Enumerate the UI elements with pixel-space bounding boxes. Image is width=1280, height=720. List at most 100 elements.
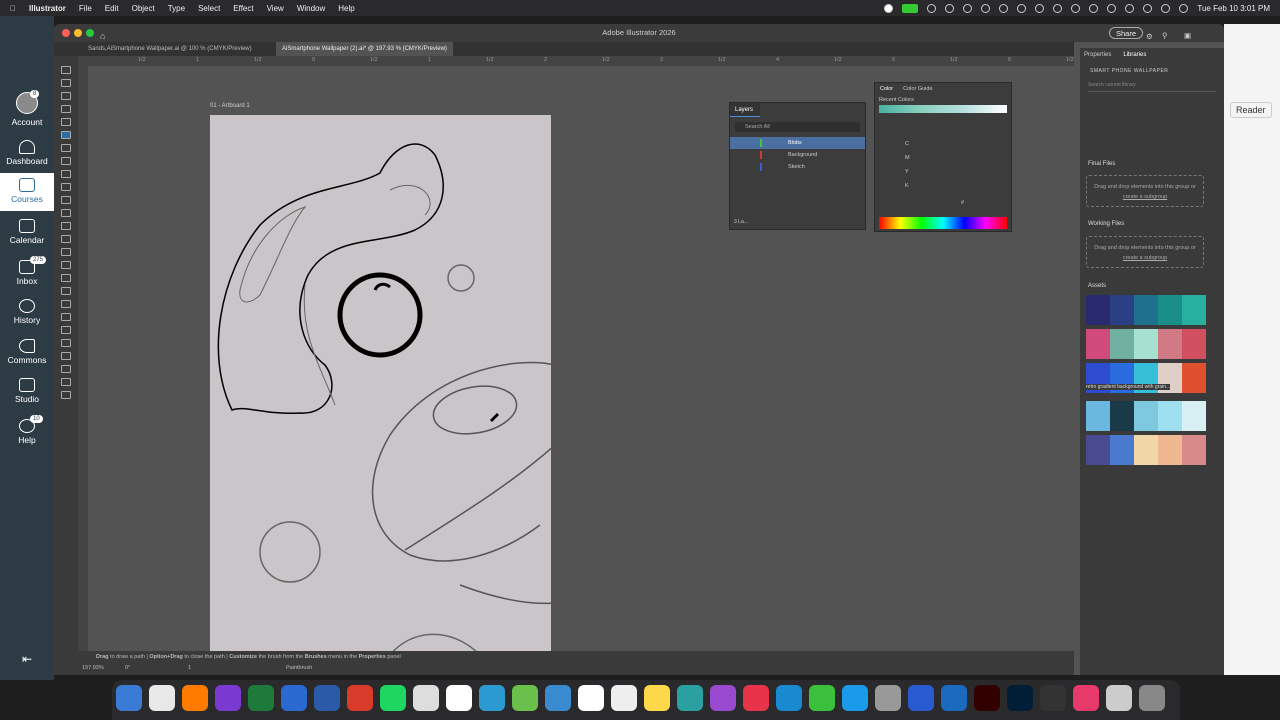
- status-icon[interactable]: [1107, 3, 1117, 13]
- dock-app-icon[interactable]: [347, 685, 373, 711]
- sidebar-item-commons[interactable]: Commons: [0, 339, 54, 365]
- menu-object[interactable]: Object: [132, 4, 155, 13]
- current-tool[interactable]: Paintbrush: [286, 665, 312, 671]
- group-final-files[interactable]: Final Files: [1088, 161, 1115, 167]
- tool-icon[interactable]: [61, 183, 71, 191]
- layer-name[interactable]: Sketch: [788, 164, 805, 170]
- recent-colors-swatches[interactable]: [879, 105, 1007, 113]
- sidebar-item-history[interactable]: History: [0, 299, 54, 325]
- tab-color-guide[interactable]: Color Guide: [903, 86, 932, 92]
- dock-app-icon[interactable]: [215, 685, 241, 711]
- color-swatch[interactable]: [1110, 435, 1134, 465]
- dock-app-icon[interactable]: [1139, 685, 1165, 711]
- workspace-icon[interactable]: ▣: [1184, 27, 1191, 45]
- apple-icon[interactable]: : [10, 4, 16, 13]
- dock-app-icon[interactable]: [1106, 685, 1132, 711]
- collapse-sidebar-icon[interactable]: ⇤: [0, 652, 54, 666]
- dock-app-icon[interactable]: [578, 685, 604, 711]
- library-name[interactable]: SMART PHONE WALLPAPER: [1080, 62, 1224, 80]
- dock-app-icon[interactable]: [182, 685, 208, 711]
- share-button[interactable]: Share: [1109, 27, 1144, 39]
- layer-row[interactable]: Blobs: [730, 137, 865, 149]
- status-icon[interactable]: [1071, 3, 1081, 13]
- color-swatch[interactable]: [1110, 401, 1134, 431]
- color-swatch[interactable]: [1158, 295, 1182, 325]
- color-swatch[interactable]: [1110, 295, 1134, 325]
- reader-button[interactable]: Reader: [1230, 102, 1272, 118]
- dock-app-icon[interactable]: [611, 685, 637, 711]
- layer-name[interactable]: Blobs: [788, 140, 802, 146]
- status-icon[interactable]: [1017, 3, 1027, 13]
- drop-zone[interactable]: Drag and drop elements into this group o…: [1086, 175, 1204, 207]
- menubar-clock[interactable]: Tue Feb 10 3:01 PM: [1197, 4, 1270, 13]
- status-icon[interactable]: [999, 3, 1009, 13]
- menu-window[interactable]: Window: [297, 4, 325, 13]
- tool-icon[interactable]: [61, 157, 71, 165]
- status-icon[interactable]: [1089, 3, 1099, 13]
- color-swatch[interactable]: [1134, 295, 1158, 325]
- artboard-label[interactable]: 01 - Artboard 1: [210, 103, 250, 109]
- menu-type[interactable]: Type: [168, 4, 185, 13]
- dock-app-icon[interactable]: [149, 685, 175, 711]
- tool-icon[interactable]: [61, 92, 71, 100]
- dock-app-icon[interactable]: [743, 685, 769, 711]
- tool-icon[interactable]: [61, 391, 71, 399]
- dock-app-icon[interactable]: [1007, 685, 1033, 711]
- facetime-icon[interactable]: [902, 3, 919, 13]
- sidebar-item-courses[interactable]: Courses: [0, 173, 54, 211]
- tool-icon[interactable]: [61, 300, 71, 308]
- tab-libraries[interactable]: Libraries: [1123, 52, 1146, 58]
- layer-name[interactable]: Background: [788, 152, 817, 158]
- tool-icon[interactable]: [61, 222, 71, 230]
- tool-icon[interactable]: [61, 313, 71, 321]
- group-working-files[interactable]: Working Files: [1088, 221, 1124, 227]
- dock-app-icon[interactable]: [479, 685, 505, 711]
- dock-app-icon[interactable]: [710, 685, 736, 711]
- status-icon[interactable]: [945, 3, 955, 13]
- layer-row[interactable]: Sketch: [730, 161, 865, 173]
- status-icon[interactable]: [981, 3, 991, 13]
- dock-app-icon[interactable]: [842, 685, 868, 711]
- search-icon[interactable]: ⚲: [1162, 27, 1168, 45]
- wifi-icon[interactable]: [1125, 3, 1135, 13]
- menu-edit[interactable]: Edit: [105, 4, 119, 13]
- horizontal-ruler[interactable]: 1/2 1 1/2 0 1/2 1 1/2 2 1/2 3 1/2 4 1/2 5 1/2 6 1/2: [78, 56, 1074, 66]
- sidebar-item-account[interactable]: 8 Account: [0, 90, 54, 127]
- color-spectrum[interactable]: [879, 217, 1007, 229]
- drop-zone[interactable]: Drag and drop elements into this group o…: [1086, 236, 1204, 268]
- sidebar-item-dashboard[interactable]: Dashboard: [0, 140, 54, 166]
- control-center-icon[interactable]: [1143, 3, 1153, 13]
- sidebar-item-inbox[interactable]: 275 Inbox: [0, 256, 54, 286]
- tool-icon[interactable]: [61, 105, 71, 113]
- dock-app-icon[interactable]: [314, 685, 340, 711]
- dock-app-icon[interactable]: [116, 685, 142, 711]
- library-search[interactable]: Search current library: [1088, 82, 1216, 92]
- tool-icon[interactable]: [61, 326, 71, 334]
- status-icon[interactable]: [1053, 3, 1063, 13]
- zoom-level[interactable]: 197.93%: [82, 665, 104, 671]
- color-swatch[interactable]: [1182, 295, 1206, 325]
- zoom-window-button[interactable]: [86, 29, 94, 37]
- tool-icon[interactable]: [61, 274, 71, 282]
- menu-view[interactable]: View: [267, 4, 284, 13]
- menu-effect[interactable]: Effect: [233, 4, 253, 13]
- dock-app-icon[interactable]: [644, 685, 670, 711]
- sidebar-item-calendar[interactable]: Calendar: [0, 219, 54, 245]
- tool-icon[interactable]: [61, 79, 71, 87]
- dock-app-icon[interactable]: [809, 685, 835, 711]
- color-swatch[interactable]: [1158, 329, 1182, 359]
- dock-app-icon[interactable]: [875, 685, 901, 711]
- tool-icon[interactable]: [61, 378, 71, 386]
- tool-icon[interactable]: [61, 144, 71, 152]
- asset-swatches[interactable]: [1086, 295, 1206, 465]
- status-icon[interactable]: [963, 3, 973, 13]
- menu-select[interactable]: Select: [198, 4, 220, 13]
- siri-icon[interactable]: [1179, 3, 1189, 13]
- minimize-window-button[interactable]: [74, 29, 82, 37]
- color-swatch[interactable]: [1086, 329, 1110, 359]
- layers-title[interactable]: Layers: [730, 103, 760, 117]
- dock-app-icon[interactable]: [908, 685, 934, 711]
- dock-app-icon[interactable]: [413, 685, 439, 711]
- tool-icon[interactable]: [61, 352, 71, 360]
- tab-document-2[interactable]: AiSmartphone Wallpaper (2).ai* @ 197.93 …: [276, 42, 453, 56]
